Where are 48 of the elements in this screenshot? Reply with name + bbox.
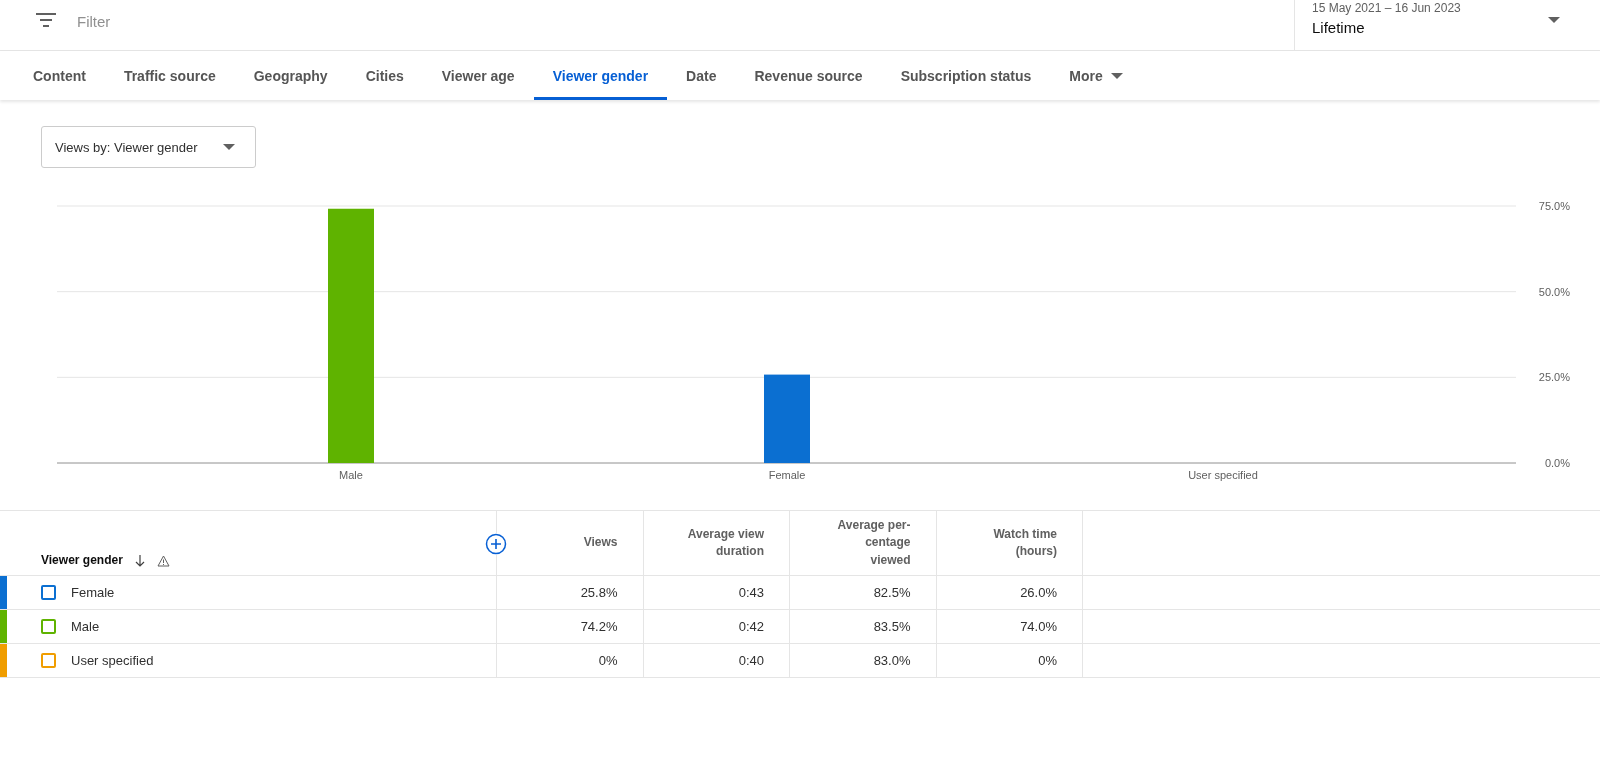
checkbox[interactable] (41, 653, 56, 668)
tab[interactable]: Content (14, 51, 105, 100)
dropdown-arrow-icon (223, 144, 235, 150)
tab[interactable]: Cities (346, 51, 423, 100)
table-cell: 0:42 (738, 619, 764, 634)
filter-icon[interactable] (36, 13, 56, 27)
table-cell: 83.5% (873, 619, 911, 634)
table-cell: 82.5% (873, 585, 911, 600)
column-header[interactable]: Watch time (hours) (975, 525, 1057, 561)
y-axis-label: 50.0% (1538, 285, 1570, 298)
x-axis-label: Male (339, 469, 363, 481)
table-cell: 0:43 (738, 585, 764, 600)
views-by-dropdown[interactable]: Views by: Viewer gender (41, 126, 256, 168)
dropdown-arrow-icon (1548, 17, 1560, 23)
x-axis-label: User specified (1188, 469, 1258, 481)
column-header[interactable]: Average per-centage viewed (828, 516, 911, 570)
column-header[interactable]: Viewer gender (41, 553, 123, 567)
y-axis-label: 75.0% (1538, 200, 1570, 212)
checkbox[interactable] (41, 585, 56, 600)
add-column-icon[interactable] (485, 533, 507, 555)
table-cell: Female (71, 585, 115, 600)
column-header[interactable]: Average view duration (682, 525, 764, 561)
tab[interactable]: Viewer age (422, 51, 534, 100)
table-cell: 83.0% (873, 653, 911, 668)
tab[interactable]: Revenue source (735, 51, 882, 100)
tab[interactable]: Subscription status (881, 51, 1051, 100)
tab[interactable]: Viewer gender (533, 51, 668, 100)
table-cell: 74.2% (580, 619, 618, 634)
sort-down-arrow-icon[interactable] (134, 555, 145, 567)
table-cell: 74.0% (1020, 619, 1057, 634)
column-header[interactable]: Views (583, 534, 618, 552)
caret-icon (1110, 72, 1123, 79)
table-cell: 26.0% (1020, 585, 1057, 600)
tab[interactable]: Traffic source (104, 51, 235, 100)
table-cell: 25.8% (580, 585, 618, 600)
table-cell: 0% (1038, 653, 1057, 668)
y-axis-label: 25.0% (1538, 371, 1570, 384)
y-axis-label: 0.0% (1544, 457, 1570, 469)
checkbox[interactable] (41, 619, 56, 634)
x-axis-label: Female (768, 469, 806, 481)
table-cell: 0% (598, 653, 618, 668)
table-cell: 0:40 (738, 653, 764, 668)
tab[interactable]: Date (667, 51, 736, 100)
table-cell: User specified (71, 653, 154, 668)
table-cell: Male (71, 619, 100, 634)
tab[interactable]: More (1050, 51, 1142, 100)
warning-icon (156, 555, 170, 567)
tab[interactable]: Geography (234, 51, 347, 100)
